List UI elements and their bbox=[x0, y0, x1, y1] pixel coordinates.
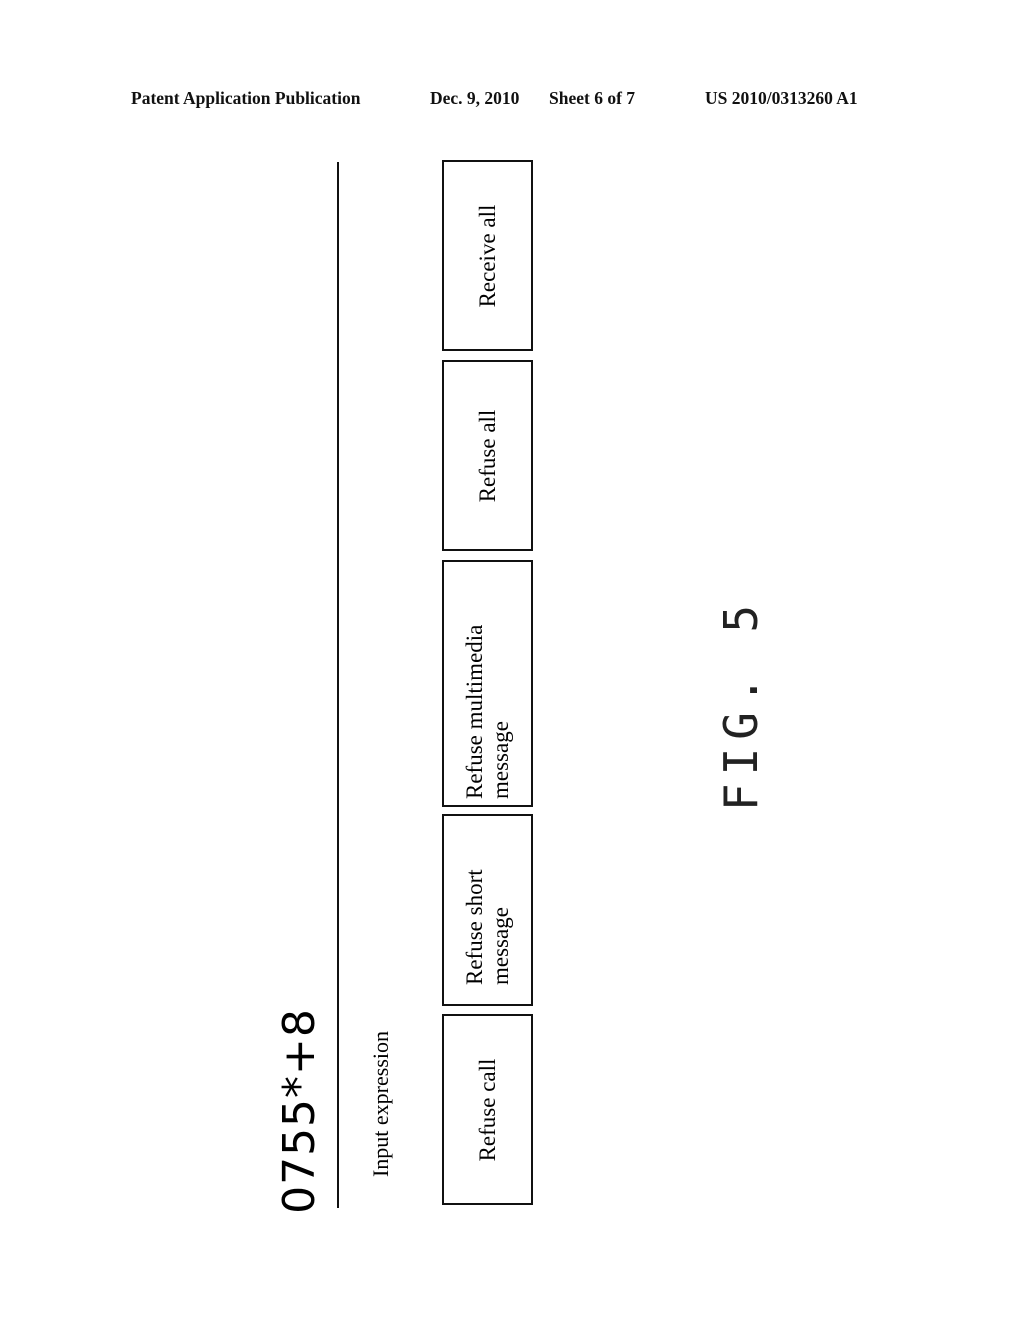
refuse-call-label: Refuse call bbox=[474, 1058, 500, 1161]
publication-type: Patent Application Publication bbox=[131, 88, 361, 108]
refuse-multimedia-message-label: Refuse multimedia message bbox=[461, 624, 513, 799]
refuse-short-message-label: Refuse short message bbox=[461, 869, 513, 985]
figure-caption: FIG. 5 bbox=[714, 596, 768, 812]
page-header: Patent Application Publication Dec. 9, 2… bbox=[0, 88, 1024, 114]
receive-all-button[interactable]: Receive all bbox=[442, 160, 533, 351]
input-expression-label: Input expression bbox=[368, 1030, 393, 1178]
refuse-all-label: Refuse all bbox=[474, 409, 500, 502]
refuse-multimedia-message-button[interactable]: Refuse multimedia message bbox=[442, 560, 533, 807]
refuse-call-button[interactable]: Refuse call bbox=[442, 1014, 533, 1205]
sheet-number: Sheet 6 of 7 bbox=[549, 88, 636, 108]
refuse-all-button[interactable]: Refuse all bbox=[442, 360, 533, 551]
expression-display[interactable]: 0755*+8 bbox=[274, 1008, 325, 1214]
publication-date: Dec. 9, 2010 bbox=[430, 88, 520, 108]
receive-all-label: Receive all bbox=[474, 204, 500, 307]
refuse-short-message-button[interactable]: Refuse short message bbox=[442, 814, 533, 1006]
input-divider-line bbox=[337, 162, 339, 1208]
patent-number: US 2010/0313260 A1 bbox=[705, 88, 858, 108]
